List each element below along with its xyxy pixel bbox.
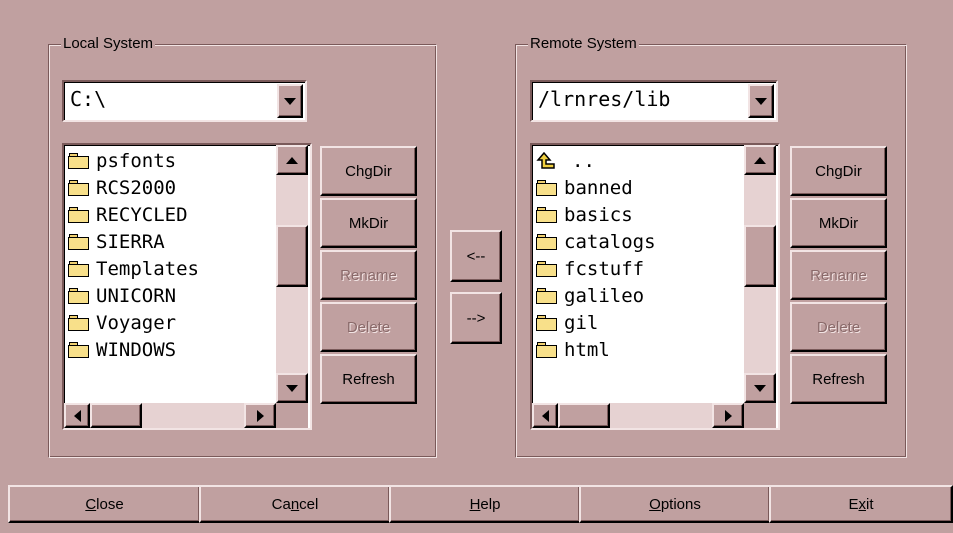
bottom-button-bar: Close Ca n cel Help Options Ex it xyxy=(0,485,953,533)
local-horizontal-scrollbar[interactable] xyxy=(64,403,276,428)
transfer-to-remote-button[interactable]: --> xyxy=(450,292,502,344)
arrow-down-icon xyxy=(754,384,766,392)
scrollbar-corner xyxy=(276,403,308,428)
local-system-label: Local System xyxy=(61,34,156,54)
local-vertical-scrollbar[interactable] xyxy=(276,145,308,403)
local-delete-button[interactable]: Delete xyxy=(320,302,417,352)
scroll-thumb[interactable] xyxy=(744,225,776,287)
local-path-value: C:\ xyxy=(70,87,107,111)
folder-icon xyxy=(68,179,90,196)
scroll-left-button[interactable] xyxy=(64,403,90,428)
arrow-down-icon xyxy=(286,384,298,392)
list-item[interactable]: galileo xyxy=(536,282,656,309)
list-item[interactable]: psfonts xyxy=(68,147,199,174)
folder-icon xyxy=(68,152,90,169)
local-path-combo[interactable]: C:\ xyxy=(62,80,307,122)
options-button[interactable]: Options xyxy=(579,485,771,523)
arrow-up-icon xyxy=(754,156,766,164)
list-item[interactable]: RCS2000 xyxy=(68,174,199,201)
local-chgdir-button[interactable]: ChgDir xyxy=(320,146,417,196)
list-item[interactable]: Templates xyxy=(68,255,199,282)
list-item[interactable]: html xyxy=(536,336,656,363)
help-button[interactable]: Help xyxy=(389,485,581,523)
transfer-to-local-button[interactable]: <-- xyxy=(450,230,502,282)
list-item[interactable]: Voyager xyxy=(68,309,199,336)
scrollbar-corner xyxy=(744,403,776,428)
scroll-thumb[interactable] xyxy=(90,403,142,428)
list-item[interactable]: basics xyxy=(536,201,656,228)
folder-icon xyxy=(536,287,558,304)
remote-chgdir-button[interactable]: ChgDir xyxy=(790,146,887,196)
folder-icon xyxy=(68,260,90,277)
scroll-down-button[interactable] xyxy=(744,373,776,403)
remote-path-combo[interactable]: /lrnres/lib xyxy=(530,80,778,122)
remote-path-value: /lrnres/lib xyxy=(538,87,671,111)
list-item[interactable]: UNICORN xyxy=(68,282,199,309)
folder-icon xyxy=(536,233,558,250)
scroll-right-button[interactable] xyxy=(712,403,744,428)
local-rename-button[interactable]: Rename xyxy=(320,250,417,300)
local-path-dropdown-button[interactable] xyxy=(277,84,303,118)
scroll-up-button[interactable] xyxy=(276,145,308,175)
folder-icon xyxy=(68,287,90,304)
remote-horizontal-scrollbar[interactable] xyxy=(532,403,744,428)
folder-icon xyxy=(536,341,558,358)
folder-icon xyxy=(68,341,90,358)
arrow-left-icon xyxy=(73,409,81,422)
list-item[interactable]: fcstuff xyxy=(536,255,656,282)
list-item[interactable]: SIERRA xyxy=(68,228,199,255)
list-item-parent[interactable]: .. xyxy=(536,147,656,174)
list-item[interactable]: WINDOWS xyxy=(68,336,199,363)
close-button[interactable]: Close xyxy=(8,485,201,523)
remote-list-items: .. banned basics catalogs fcstuff galile… xyxy=(536,147,656,363)
scroll-thumb[interactable] xyxy=(276,225,308,287)
folder-icon xyxy=(68,206,90,223)
local-file-list[interactable]: psfonts RCS2000 RECYCLED SIERRA Template… xyxy=(62,143,312,430)
list-item[interactable]: RECYCLED xyxy=(68,201,199,228)
parent-folder-icon xyxy=(536,151,558,170)
exit-button[interactable]: Ex it xyxy=(769,485,953,523)
remote-file-list[interactable]: .. banned basics catalogs fcstuff galile… xyxy=(530,143,780,430)
folder-icon xyxy=(536,314,558,331)
folder-icon xyxy=(68,233,90,250)
remote-path-dropdown-button[interactable] xyxy=(748,84,774,118)
folder-icon xyxy=(68,314,90,331)
arrow-right-icon xyxy=(724,409,732,422)
chevron-down-icon xyxy=(284,97,296,105)
scroll-up-button[interactable] xyxy=(744,145,776,175)
remote-rename-button[interactable]: Rename xyxy=(790,250,887,300)
scroll-down-button[interactable] xyxy=(276,373,308,403)
local-mkdir-button[interactable]: MkDir xyxy=(320,198,417,248)
arrow-right-icon xyxy=(256,409,264,422)
scroll-thumb[interactable] xyxy=(558,403,610,428)
scroll-left-button[interactable] xyxy=(532,403,558,428)
list-item[interactable]: catalogs xyxy=(536,228,656,255)
remote-vertical-scrollbar[interactable] xyxy=(744,145,776,403)
folder-icon xyxy=(536,260,558,277)
remote-mkdir-button[interactable]: MkDir xyxy=(790,198,887,248)
folder-icon xyxy=(536,179,558,196)
arrow-left-icon xyxy=(541,409,549,422)
local-list-items: psfonts RCS2000 RECYCLED SIERRA Template… xyxy=(68,147,199,363)
folder-icon xyxy=(536,206,558,223)
chevron-down-icon xyxy=(755,97,767,105)
list-item[interactable]: banned xyxy=(536,174,656,201)
scroll-right-button[interactable] xyxy=(244,403,276,428)
list-item[interactable]: gil xyxy=(536,309,656,336)
remote-delete-button[interactable]: Delete xyxy=(790,302,887,352)
remote-refresh-button[interactable]: Refresh xyxy=(790,354,887,404)
cancel-button[interactable]: Ca n cel xyxy=(199,485,391,523)
local-refresh-button[interactable]: Refresh xyxy=(320,354,417,404)
remote-system-label: Remote System xyxy=(528,34,639,54)
arrow-up-icon xyxy=(286,156,298,164)
